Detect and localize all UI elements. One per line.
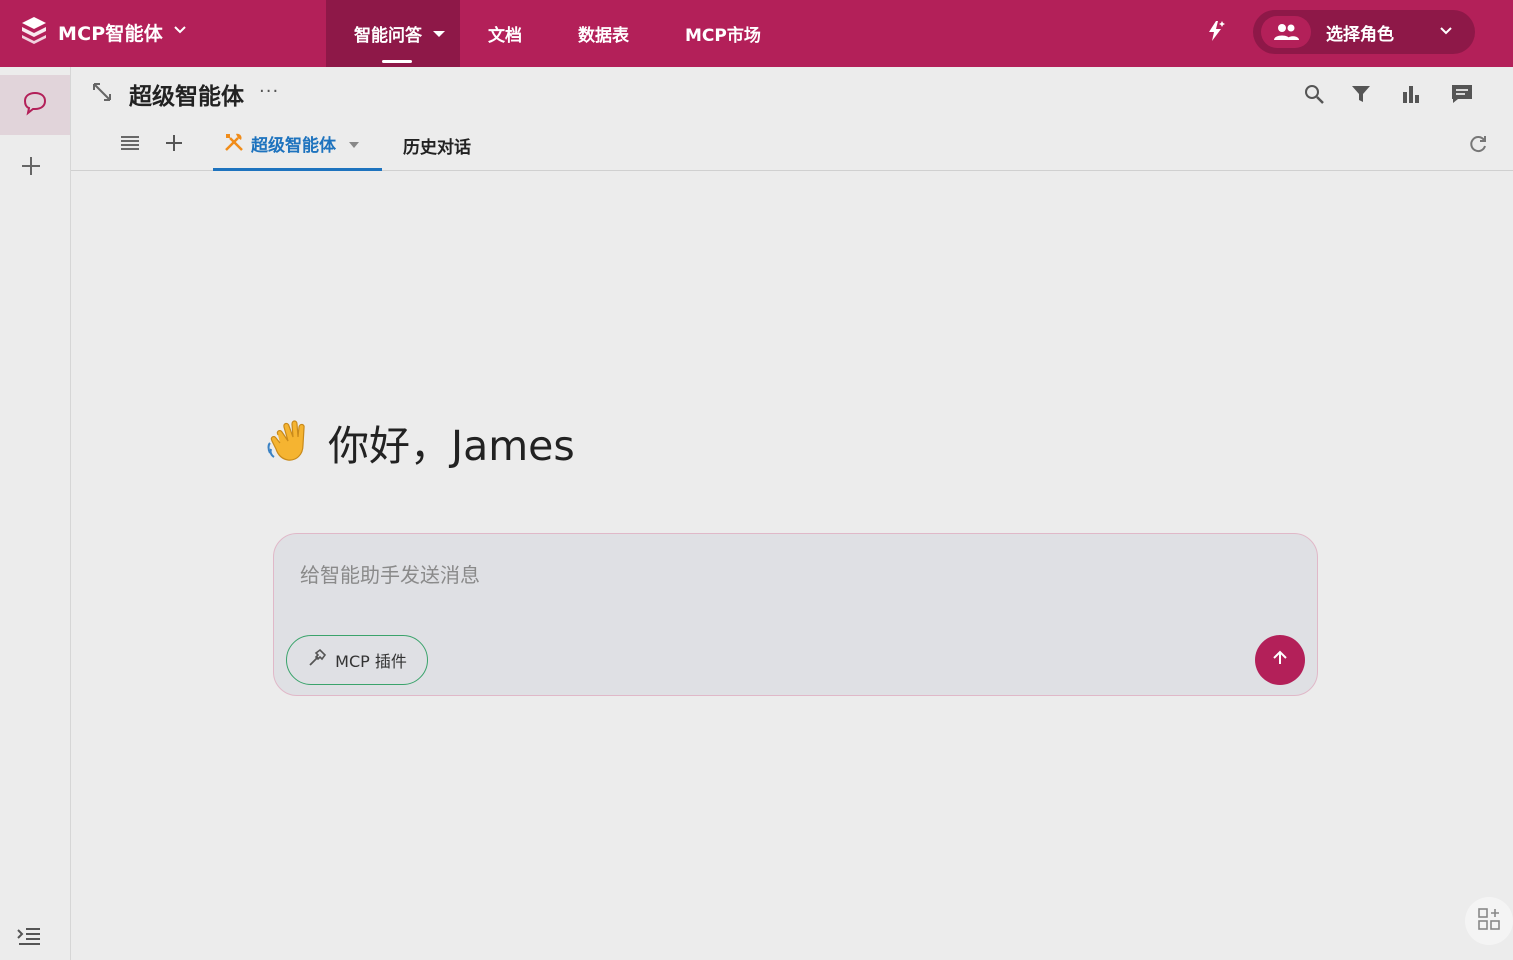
tab-history[interactable]: 历史对话 xyxy=(403,133,471,158)
caret-down-icon xyxy=(348,134,360,153)
bar-chart-icon[interactable] xyxy=(1398,81,1424,107)
role-label: 选择角色 xyxy=(1326,25,1394,45)
waving-hand-icon xyxy=(266,415,314,469)
logo-icon xyxy=(18,14,50,50)
apps-grid-icon xyxy=(1476,906,1502,936)
menu-list-icon[interactable] xyxy=(119,133,141,157)
brand-switcher[interactable]: MCP智能体 xyxy=(18,14,189,50)
collapse-icon[interactable] xyxy=(91,81,113,107)
select-role-button[interactable]: 选择角色 xyxy=(1253,10,1475,54)
nav-docs[interactable]: 文档 xyxy=(460,0,550,67)
plus-icon[interactable] xyxy=(18,153,44,179)
nav-mcp-market[interactable]: MCP市场 xyxy=(657,0,789,67)
brand-name: MCP智能体 xyxy=(58,22,163,45)
refresh-icon[interactable] xyxy=(1467,133,1489,159)
top-nav: 智能问答 文档 数据表 MCP市场 xyxy=(326,0,789,67)
active-indicator xyxy=(382,60,412,63)
greeting: 你好，James xyxy=(266,412,575,472)
tab-super-agent[interactable]: 超级智能体 xyxy=(213,119,382,171)
caret-down-icon xyxy=(432,24,446,44)
nav-datatable[interactable]: 数据表 xyxy=(550,0,657,67)
new-tab-icon[interactable] xyxy=(163,132,185,158)
chevron-down-icon xyxy=(171,21,189,43)
chevron-down-icon xyxy=(1437,22,1455,44)
nav-label: 文档 xyxy=(488,26,522,46)
hammer-icon xyxy=(307,648,327,672)
nav-smart-qa[interactable]: 智能问答 xyxy=(326,0,460,67)
apps-button[interactable] xyxy=(1465,897,1513,945)
filter-icon[interactable] xyxy=(1348,81,1374,107)
more-icon[interactable]: ··· xyxy=(259,81,279,102)
mcp-label: MCP 插件 xyxy=(335,652,407,671)
expand-menu-icon[interactable] xyxy=(16,925,42,947)
group-icon xyxy=(1261,16,1311,48)
comment-icon[interactable] xyxy=(1449,81,1475,107)
tab-label: 超级智能体 xyxy=(251,136,336,156)
page-header: 超级智能体 ··· xyxy=(71,67,1513,119)
left-rail xyxy=(0,67,71,960)
page-title: 超级智能体 xyxy=(129,84,244,110)
tools-icon xyxy=(223,131,245,157)
search-icon[interactable] xyxy=(1301,81,1327,107)
message-composer: MCP 插件 xyxy=(273,533,1318,696)
chat-bubble-icon xyxy=(21,90,49,120)
mcp-plugin-button[interactable]: MCP 插件 xyxy=(286,635,428,685)
chat-rail-button[interactable] xyxy=(0,75,70,135)
nav-label: MCP市场 xyxy=(685,26,761,46)
tabs-bar: 超级智能体 历史对话 xyxy=(71,119,1513,171)
flash-icon[interactable] xyxy=(1202,18,1228,44)
top-bar: MCP智能体 智能问答 文档 数据表 MCP市场 选择角色 xyxy=(0,0,1513,67)
greeting-text: 你好，James xyxy=(328,422,575,470)
arrow-up-icon xyxy=(1270,648,1290,672)
message-input[interactable] xyxy=(300,560,1200,590)
nav-label: 智能问答 xyxy=(354,26,422,46)
send-button[interactable] xyxy=(1255,635,1305,685)
nav-label: 数据表 xyxy=(578,26,629,46)
